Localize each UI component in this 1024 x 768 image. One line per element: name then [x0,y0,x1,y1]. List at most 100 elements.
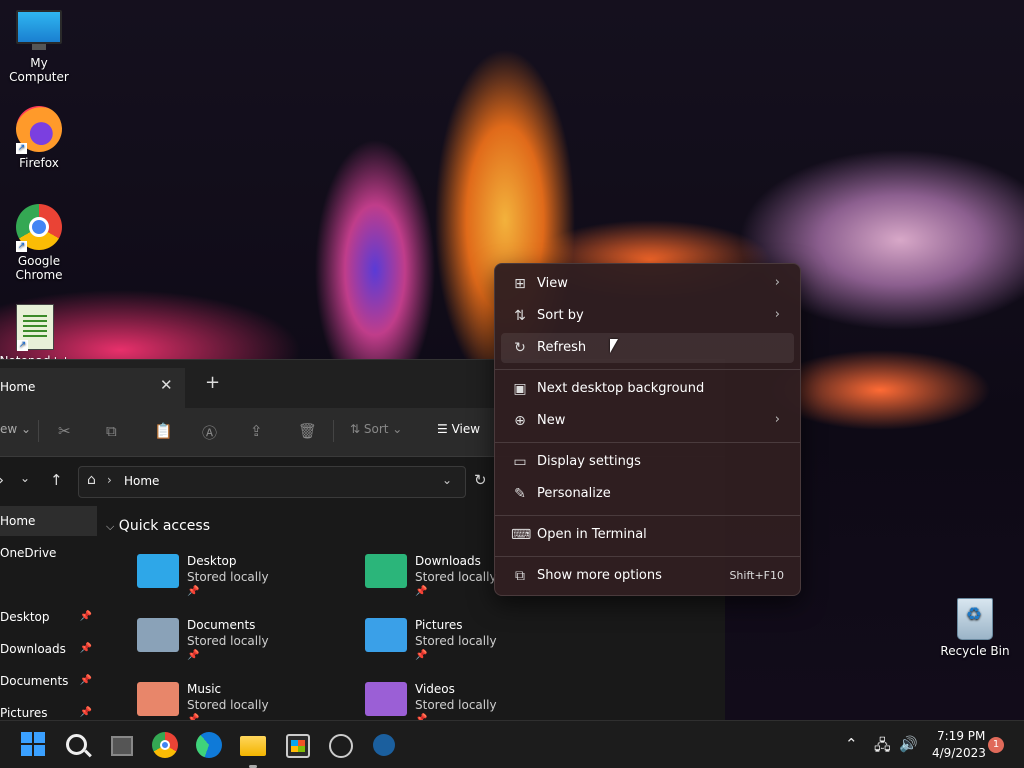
new-button[interactable]: ew ⌄ [0,422,31,436]
desktop-icon-label: Google Chrome [15,254,63,282]
pin-icon: 📌 [79,643,92,654]
chevron-down-icon: ⌵ [106,520,115,533]
add-tab-button[interactable]: + [205,372,220,393]
rename-icon[interactable]: Ⓐ [202,422,217,443]
sidebar-item-downloads[interactable]: Downloads 📌 [0,634,97,664]
menu-item-sort-by[interactable]: ⇅ Sort by › [501,301,794,331]
desktop-icon-label: Firefox [19,156,59,170]
up-arrow-icon[interactable]: ↑ [50,471,63,489]
pin-icon: 📌 [415,586,428,597]
shortcut-arrow-icon: ↗ [16,143,27,154]
sidebar-item-onedrive[interactable]: OneDrive [0,538,97,568]
address-dropdown-icon[interactable]: ⌄ [442,473,452,487]
chevron-right-icon: › [774,307,780,322]
folder-tile-documents[interactable]: Documents Stored locally 📌 [137,618,357,678]
sidebar-item-documents[interactable]: Documents 📌 [0,666,97,696]
chevron-right-icon: › [774,275,780,290]
sidebar-item-home[interactable]: Home [0,506,97,536]
menu-item-personalize[interactable]: ✎ Personalize [501,479,794,509]
desktop-icon-label: My Computer [9,56,69,84]
pin-icon: 📌 [415,650,428,661]
edge-taskbar-icon[interactable] [196,732,222,758]
desktop-context-menu: ⊞ View › ⇅ Sort by › ↻ Refresh ▣ Next de… [494,263,801,596]
menu-separator [495,442,800,443]
menu-item-label: Open in Terminal [537,527,647,542]
chrome-taskbar-icon[interactable] [152,732,178,758]
sidebar-item-label: Pictures [0,706,48,720]
folder-tile-music[interactable]: Music Stored locally 📌 [137,682,357,721]
forward-icon[interactable]: › [0,471,4,489]
shortcut-arrow-icon: ↗ [16,241,27,252]
folder-tile-videos[interactable]: Videos Stored locally 📌 [365,682,585,721]
next-background-icon: ▣ [513,381,527,397]
refresh-icon[interactable]: ↻ [474,471,487,489]
folder-tile-desktop[interactable]: Desktop Stored locally 📌 [137,554,357,614]
folder-name: Desktop [187,554,237,568]
file-explorer-taskbar-icon[interactable] [240,736,266,756]
pin-icon: 📌 [187,650,200,661]
address-bar[interactable]: ⌂ › Home ⌄ [78,466,466,498]
folder-tile-pictures[interactable]: Pictures Stored locally 📌 [365,618,585,678]
delete-icon[interactable]: 🗑 [298,422,317,440]
show-hidden-icons-chevron-icon[interactable]: ⌃ [845,735,858,753]
menu-item-label: New [537,413,566,428]
search-icon[interactable] [66,734,87,755]
menu-item-refresh[interactable]: ↻ Refresh [501,333,794,363]
menu-item-label: Next desktop background [537,381,705,396]
start-button[interactable] [21,732,47,758]
sidebar-item-label: Documents [0,674,69,688]
desktop-icon-my-computer[interactable]: My Computer [1,10,77,84]
menu-item-new[interactable]: ⊕ New › [501,406,794,436]
task-view-icon[interactable] [111,736,133,756]
menu-separator [495,556,800,557]
sidebar-item-pictures[interactable]: Pictures 📌 [0,698,97,721]
desktop-icon-chrome[interactable]: ↗ Google Chrome [1,204,77,282]
taskbar: ⌃ 🖧 🔊 7:19 PM 4/9/2023 1 [0,720,1024,768]
sort-icon: ⇅ [514,308,526,324]
menu-item-open-terminal[interactable]: ⌨ Open in Terminal [501,520,794,550]
tab-home[interactable]: Home ✕ [0,368,185,408]
sort-button[interactable]: ⇅ Sort ⌄ [350,422,402,436]
microsoft-store-icon[interactable] [286,734,310,758]
monitor-icon [16,10,62,50]
sidebar-item-label: Desktop [0,610,50,624]
display-icon: ▭ [513,454,527,470]
desktop-icon-firefox[interactable]: ↗ Firefox [1,106,77,170]
toolbar-divider [333,420,334,442]
recycle-bin-icon [957,598,993,640]
menu-item-next-background[interactable]: ▣ Next desktop background [501,374,794,404]
desktop-icon-recycle-bin[interactable]: Recycle Bin [937,598,1013,658]
recent-locations-icon[interactable]: ⌄ [20,471,30,485]
menu-separator [495,369,800,370]
share-icon[interactable]: ⇪ [250,422,263,440]
network-icon[interactable]: 🖧 [874,735,891,760]
menu-item-show-more-options[interactable]: ⧉ Show more options Shift+F10 [501,561,794,591]
copy-icon[interactable]: ⧉ [106,422,117,440]
toolbar-divider [38,420,39,442]
paste-icon[interactable]: 📋 [154,422,173,440]
folder-name: Pictures [415,618,463,632]
view-button[interactable]: ☰ View [437,422,480,436]
menu-separator [495,515,800,516]
steam-icon[interactable] [373,734,395,756]
grid-icon: ⊞ [514,276,526,292]
sidebar-item-desktop[interactable]: Desktop 📌 [0,602,97,632]
menu-item-label: View [537,276,568,291]
clock-date[interactable]: 4/9/2023 [932,746,986,760]
navigation-pane: Home OneDrive Desktop 📌 Downloads 📌 Docume… [0,504,97,721]
close-tab-icon[interactable]: ✕ [160,376,173,394]
quick-access-header[interactable]: ⌵ Quick access [106,518,210,534]
menu-item-view[interactable]: ⊞ View › [501,269,794,299]
documents-folder-icon [137,618,179,652]
address-label: Home [124,474,160,488]
pin-icon: 📌 [79,675,92,686]
cut-icon[interactable]: ✂ [58,422,71,440]
menu-item-display-settings[interactable]: ▭ Display settings [501,447,794,477]
volume-icon[interactable]: 🔊 [899,735,918,753]
notepadpp-icon: ↗ [16,304,54,351]
obs-icon[interactable] [329,734,353,758]
notification-badge[interactable]: 1 [988,737,1004,753]
folder-name: Videos [415,682,455,696]
brush-icon: ✎ [514,486,526,502]
clock-time[interactable]: 7:19 PM [937,729,985,743]
